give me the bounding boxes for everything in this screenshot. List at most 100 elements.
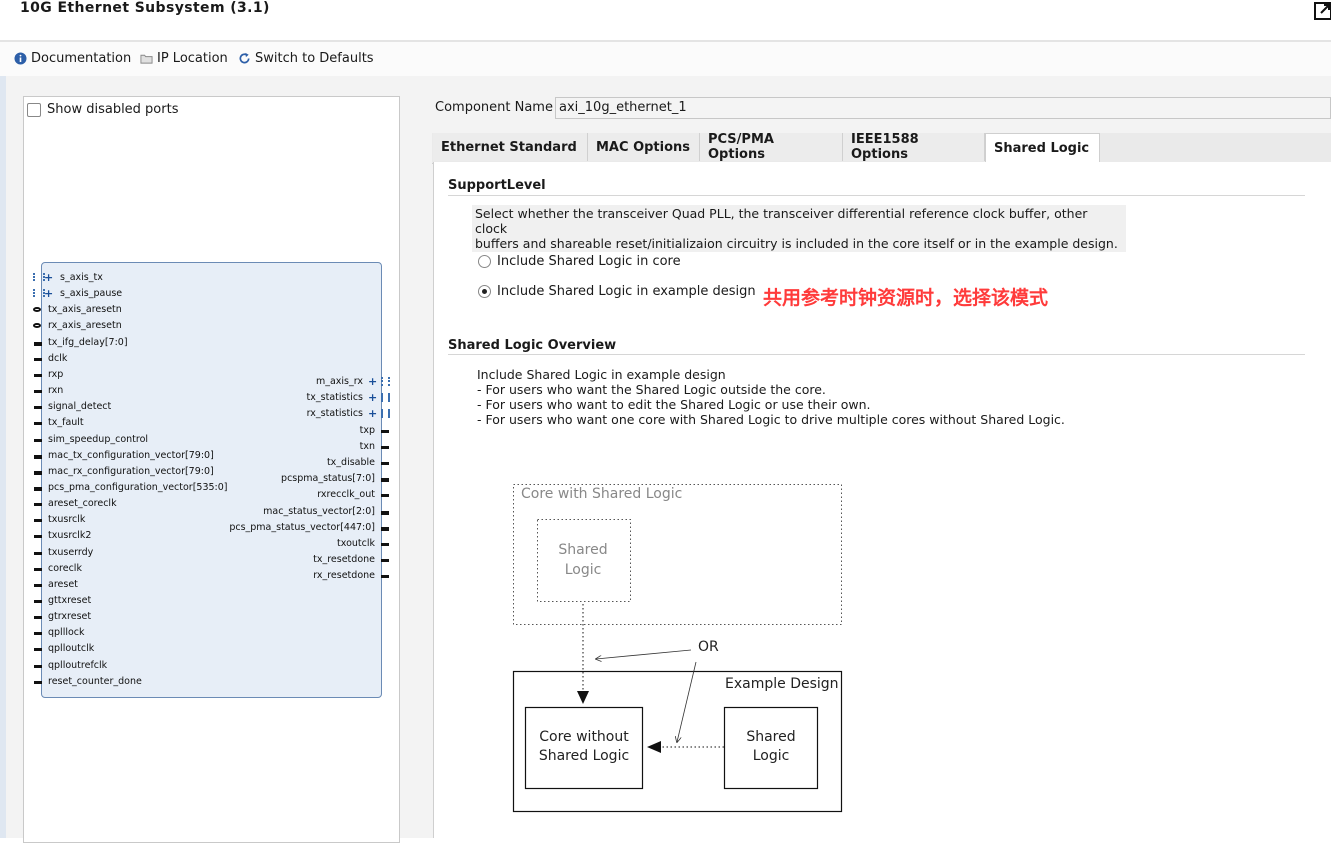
port-label-left[interactable]: tx_ifg_delay[7:0]: [48, 337, 128, 348]
pin-tick: [381, 510, 389, 515]
bus-interface-icon: [381, 409, 390, 419]
core-with-shared-logic-label: Core with Shared Logic: [521, 486, 683, 502]
port-label-left[interactable]: gttxreset: [48, 595, 91, 606]
port-label-left[interactable]: sim_speedup_control: [48, 434, 148, 445]
port-label-left[interactable]: areset_coreclk: [48, 498, 117, 509]
switch-to-defaults-button[interactable]: Switch to Defaults: [238, 51, 374, 66]
port-label-left[interactable]: txusrclk: [48, 514, 85, 525]
pin-tick: [381, 429, 389, 433]
port-label-left[interactable]: rxn: [48, 385, 63, 396]
port-label-left[interactable]: tx_fault: [48, 417, 84, 428]
tab-shared-logic[interactable]: Shared Logic: [985, 133, 1100, 164]
ip-location-button[interactable]: IP Location: [140, 51, 228, 66]
pin-tick: [34, 357, 42, 361]
or-arrow: [677, 661, 697, 742]
pin-tick: [34, 664, 42, 668]
port-label-left[interactable]: qplloutrefclk: [48, 660, 107, 671]
ip-location-label: IP Location: [157, 51, 228, 66]
port-label-left[interactable]: txusrclk2: [48, 530, 91, 541]
port-label-left[interactable]: signal_detect: [48, 401, 111, 412]
pin-tick: [34, 503, 42, 507]
show-disabled-ports-checkbox[interactable]: Show disabled ports: [27, 102, 178, 117]
component-name-label: Component Name: [435, 100, 553, 115]
port-label-left[interactable]: qplllock: [48, 627, 85, 638]
port-label-right[interactable]: mac_status_vector[2:0]: [175, 506, 375, 517]
annotation-note: 共用参考时钟资源时，选择该模式: [763, 287, 1049, 309]
expand-plus-icon[interactable]: +: [44, 271, 53, 284]
pin-tick: [381, 462, 389, 465]
down-arrowhead: [577, 691, 589, 704]
support-level-description: Select whether the transceiver Quad PLL,…: [472, 205, 1126, 252]
port-label-left[interactable]: dclk: [48, 353, 67, 364]
port-label-right[interactable]: txn: [175, 441, 375, 452]
pin-tick: [34, 519, 42, 523]
radio-button[interactable]: [478, 255, 491, 268]
pin-tick: [34, 438, 42, 442]
expand-plus-icon[interactable]: +: [368, 391, 377, 404]
shared-logic-grey-label: Shared Logic: [558, 542, 608, 578]
port-label-left[interactable]: s_axis_pause: [60, 288, 122, 299]
example-design-label: Example Design: [725, 676, 839, 692]
port-label-right[interactable]: tx_resetdone: [175, 554, 375, 565]
bus-interface-icon: [381, 377, 390, 386]
radio-shared-logic-in-core[interactable]: Include Shared Logic in core: [478, 254, 681, 269]
port-label-left[interactable]: areset: [48, 579, 78, 590]
overview-line: - For users who want the Shared Logic ou…: [477, 382, 826, 397]
support-level-title: SupportLevel: [448, 178, 546, 193]
port-label-right[interactable]: tx_statistics: [163, 392, 363, 403]
overview-line: - For users who want one core with Share…: [477, 412, 1065, 427]
port-label-right[interactable]: pcspma_status[7:0]: [175, 473, 375, 484]
pin-tick: [34, 341, 42, 346]
section-divider: [448, 354, 1305, 355]
radio-shared-logic-in-example-design[interactable]: Include Shared Logic in example design: [478, 284, 756, 299]
component-name-input[interactable]: axi_10g_ethernet_1: [555, 97, 1331, 119]
section-divider: [448, 195, 1305, 196]
port-label-left[interactable]: s_axis_tx: [60, 272, 103, 283]
pin-tick: [34, 583, 42, 587]
shared-logic-label: Shared Logic: [746, 729, 796, 764]
pin-tick: [34, 680, 42, 684]
port-label-left[interactable]: gtrxreset: [48, 611, 91, 622]
port-label-right[interactable]: rx_statistics: [163, 408, 363, 419]
port-label-left[interactable]: reset_counter_done: [48, 676, 142, 687]
port-label-left[interactable]: coreclk: [48, 563, 82, 574]
port-label-right[interactable]: tx_disable: [175, 457, 375, 468]
or-arrow: [596, 649, 692, 659]
pin-tick: [34, 632, 42, 636]
tab-ethernet-standard[interactable]: Ethernet Standard: [433, 133, 588, 161]
switch-to-defaults-label: Switch to Defaults: [255, 51, 374, 66]
pin-tick: [34, 551, 42, 555]
checkbox-box[interactable]: [27, 102, 41, 117]
pin-tick: [34, 648, 42, 652]
port-label-left[interactable]: txuserrdy: [48, 547, 93, 558]
port-label-right[interactable]: rx_resetdone: [175, 570, 375, 581]
tab-pcs-pma-options[interactable]: PCS/PMA Options: [700, 132, 843, 162]
port-label-right[interactable]: pcs_pma_status_vector[447:0]: [175, 522, 375, 533]
port-label-right[interactable]: m_axis_rx: [163, 376, 363, 387]
pin-tick: [34, 390, 42, 394]
documentation-button[interactable]: Documentation: [14, 51, 131, 66]
pin-tick: [34, 470, 42, 475]
port-label-left[interactable]: rxp: [48, 369, 63, 380]
restore-window-icon[interactable]: [1313, 0, 1331, 22]
expand-plus-icon[interactable]: +: [44, 287, 53, 300]
radio-button[interactable]: [478, 285, 491, 298]
shared-logic-overview-title: Shared Logic Overview: [448, 338, 617, 353]
pin-tick: [34, 454, 42, 459]
pin-tick: [381, 559, 389, 563]
expand-plus-icon[interactable]: +: [368, 407, 377, 420]
port-label-right[interactable]: txoutclk: [175, 538, 375, 549]
expand-plus-icon[interactable]: +: [368, 375, 377, 388]
port-label-right[interactable]: rxrecclk_out: [175, 489, 375, 500]
port-label-left[interactable]: tx_axis_aresetn: [48, 304, 122, 315]
port-label-left[interactable]: rx_axis_aresetn: [48, 320, 122, 331]
port-label-right[interactable]: txp: [175, 425, 375, 436]
or-label: OR: [698, 639, 719, 655]
port-label-left[interactable]: qplloutclk: [48, 643, 94, 654]
radio-label: Include Shared Logic in core: [497, 254, 681, 269]
pin-tick: [34, 406, 42, 410]
left-arrowhead: [647, 741, 661, 753]
tab-mac-options[interactable]: MAC Options: [588, 133, 700, 161]
tab-ieee1588-options[interactable]: IEEE1588 Options: [843, 132, 985, 162]
show-disabled-ports-label: Show disabled ports: [47, 102, 179, 117]
